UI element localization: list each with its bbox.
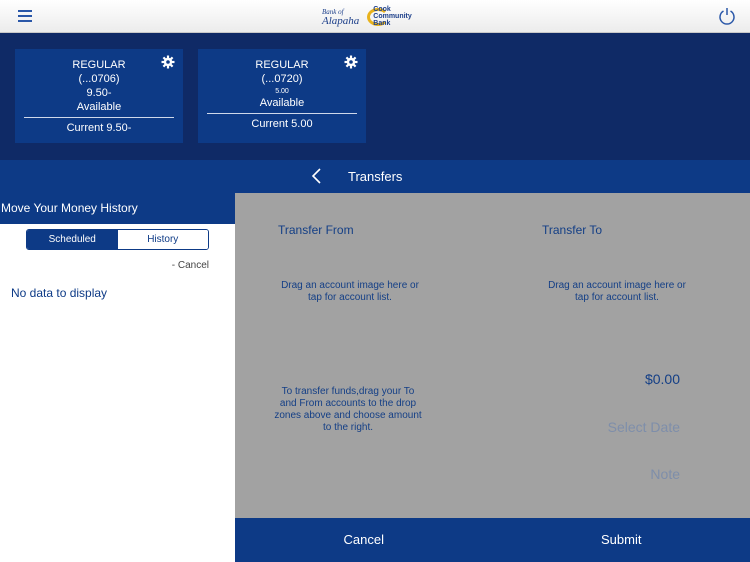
empty-state-text: No data to display bbox=[11, 286, 108, 300]
note-field[interactable]: Note bbox=[650, 466, 680, 482]
submit-button[interactable]: Submit bbox=[493, 518, 750, 562]
available-balance: 5.00 bbox=[275, 88, 289, 95]
account-tile[interactable]: REGULAR (...0706) 9.50- Available Curren… bbox=[15, 49, 183, 143]
transfers-header: Transfers bbox=[0, 160, 750, 193]
account-number: (...0720) bbox=[261, 73, 303, 85]
account-tile[interactable]: REGULAR (...0720) 5.00 Available Current… bbox=[198, 49, 366, 143]
cook-community-bank-logo: Cook Community Bank bbox=[367, 6, 412, 28]
account-tiles-area: REGULAR (...0706) 9.50- Available Curren… bbox=[0, 33, 750, 160]
account-name: REGULAR bbox=[72, 59, 126, 71]
transfer-panel: Transfer From Transfer To Drag an accoun… bbox=[235, 193, 750, 518]
history-segmented-control: Scheduled History bbox=[26, 229, 209, 250]
cancel-link[interactable]: - Cancel bbox=[172, 260, 209, 271]
gear-icon[interactable] bbox=[161, 55, 175, 69]
transfer-from-label: Transfer From bbox=[278, 223, 354, 237]
history-panel-title: Move Your Money History bbox=[0, 193, 235, 224]
page-title: Transfers bbox=[348, 169, 403, 184]
hamburger-menu-icon[interactable] bbox=[18, 10, 32, 22]
top-bar: Bank of Alapaha Cook Community Bank bbox=[0, 0, 750, 33]
transfer-from-drop-zone[interactable]: Drag an account image here or tap for ac… bbox=[275, 280, 425, 304]
current-balance: Current 9.50- bbox=[66, 122, 132, 134]
tab-scheduled[interactable]: Scheduled bbox=[27, 230, 118, 249]
amount-field[interactable]: $0.00 bbox=[645, 371, 680, 387]
divider bbox=[207, 113, 357, 114]
available-label: Available bbox=[259, 97, 305, 109]
date-field[interactable]: Select Date bbox=[608, 419, 680, 435]
available-balance: 9.50- bbox=[86, 87, 112, 99]
transfer-to-drop-zone[interactable]: Drag an account image here or tap for ac… bbox=[542, 280, 692, 304]
tab-history[interactable]: History bbox=[117, 230, 208, 249]
current-balance: Current 5.00 bbox=[251, 118, 313, 130]
account-name: REGULAR bbox=[255, 59, 309, 71]
bank-of-alapaha-logo: Bank of Alapaha bbox=[322, 8, 360, 27]
available-label: Available bbox=[76, 101, 122, 113]
transfer-instructions: To transfer funds,drag your To and From … bbox=[274, 386, 422, 433]
divider bbox=[24, 117, 174, 118]
power-logout-icon[interactable] bbox=[718, 7, 736, 25]
cancel-button[interactable]: Cancel bbox=[235, 518, 493, 562]
transfer-to-label: Transfer To bbox=[542, 223, 603, 237]
bank-logos: Bank of Alapaha Cook Community Bank bbox=[322, 5, 412, 29]
account-number: (...0706) bbox=[78, 73, 120, 85]
history-panel: Move Your Money History Scheduled Histor… bbox=[0, 193, 235, 562]
chevron-left-icon[interactable] bbox=[311, 168, 323, 184]
gear-icon[interactable] bbox=[344, 55, 358, 69]
action-bar: Cancel Submit bbox=[235, 518, 750, 562]
